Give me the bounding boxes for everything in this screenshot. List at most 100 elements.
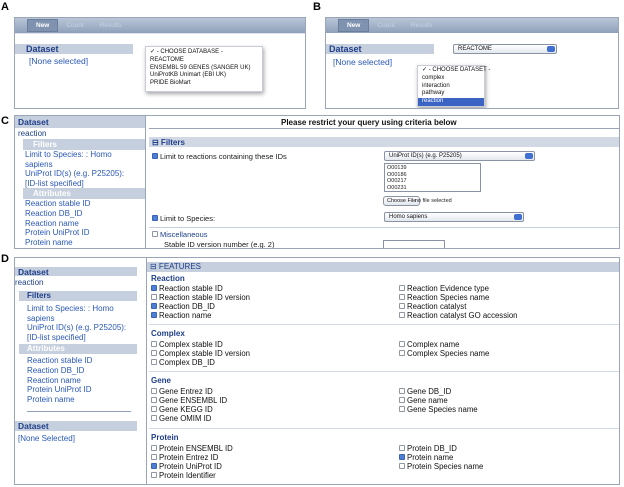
id-type-select[interactable]: UniProt ID(s) (e.g. P25205) bbox=[384, 151, 535, 161]
count-button[interactable]: Count bbox=[369, 20, 402, 31]
stable-id-input[interactable] bbox=[383, 240, 445, 248]
checkbox-unchecked[interactable] bbox=[151, 293, 157, 300]
dataset-dropdown[interactable]: ✓ - CHOOSE DATASET - complex interaction… bbox=[417, 65, 490, 107]
protein-attribute-option[interactable]: Protein name bbox=[399, 453, 483, 462]
count-button[interactable]: Count bbox=[58, 20, 91, 31]
reaction-attribute-option[interactable]: Reaction stable ID bbox=[151, 284, 250, 293]
complex-attribute-option[interactable]: Complex Species name bbox=[399, 349, 489, 358]
gene-attribute-option[interactable]: Gene ENSEMBL ID bbox=[151, 396, 227, 405]
reaction-attribute-option[interactable]: Reaction Evidence type bbox=[399, 284, 518, 293]
sidebar-attribute-item[interactable]: Reaction stable ID bbox=[15, 199, 145, 209]
database-dropdown[interactable]: ✓ - CHOOSE DATABASE - REACTOME ENSEMBL 5… bbox=[145, 46, 263, 92]
checkbox-unchecked[interactable] bbox=[151, 396, 157, 403]
checkbox-unchecked[interactable] bbox=[399, 340, 405, 347]
checkbox-unchecked[interactable] bbox=[151, 471, 157, 478]
checkbox-checked[interactable] bbox=[152, 153, 158, 160]
sidebar-attribute-item[interactable]: Reaction stable ID bbox=[19, 356, 92, 366]
protein-attribute-option[interactable]: Protein ENSEMBL ID bbox=[151, 444, 233, 453]
checkbox-unchecked[interactable] bbox=[399, 405, 405, 412]
dropdown-option[interactable]: interaction bbox=[418, 83, 484, 91]
reaction-attribute-option[interactable]: Reaction DB_ID bbox=[151, 302, 250, 311]
results-button[interactable]: Results bbox=[403, 20, 441, 31]
sidebar-filter-item[interactable]: sapiens bbox=[19, 314, 126, 324]
sidebar-attribute-item[interactable]: Protein UniProt ID bbox=[15, 228, 145, 238]
gene-attribute-option[interactable]: Gene DB_ID bbox=[399, 387, 478, 396]
reaction-attribute-option[interactable]: Reaction catalyst bbox=[399, 302, 518, 311]
reaction-attribute-option[interactable]: Reaction catalyst GO accession bbox=[399, 311, 518, 320]
species-select[interactable]: Homo sapiens bbox=[384, 212, 524, 222]
checkbox-unchecked[interactable] bbox=[399, 284, 405, 291]
dropdown-option[interactable]: ✓ - CHOOSE DATABASE - bbox=[146, 49, 262, 57]
sidebar-attributes-header[interactable]: Attributes bbox=[19, 344, 137, 354]
database-select[interactable]: REACTOME bbox=[453, 44, 557, 54]
new-button[interactable]: New bbox=[27, 19, 59, 32]
checkbox-unchecked[interactable] bbox=[151, 444, 157, 451]
sidebar-attribute-item[interactable]: Reaction DB_ID bbox=[19, 366, 92, 376]
dropdown-option-selected[interactable]: reaction bbox=[418, 98, 484, 106]
protein-attribute-option[interactable]: Protein Species name bbox=[399, 462, 483, 471]
reaction-attribute-option[interactable]: Reaction name bbox=[151, 311, 250, 320]
sidebar-filters-header[interactable]: Filters bbox=[23, 139, 145, 150]
sidebar-filter-item[interactable]: Limit to Species: : Homo bbox=[15, 150, 145, 160]
dropdown-option[interactable]: REACTOME bbox=[146, 57, 262, 65]
checkbox-checked[interactable] bbox=[151, 302, 157, 309]
checkbox-unchecked[interactable] bbox=[151, 340, 157, 347]
protein-attribute-option[interactable]: Protein Entrez ID bbox=[151, 453, 233, 462]
dropdown-option[interactable]: pathway bbox=[418, 90, 484, 98]
checkbox-unchecked[interactable] bbox=[151, 405, 157, 412]
checkbox-unchecked[interactable] bbox=[151, 414, 157, 421]
results-button[interactable]: Results bbox=[92, 20, 130, 31]
checkbox-unchecked[interactable] bbox=[151, 453, 157, 460]
sidebar-attribute-item[interactable]: Reaction name bbox=[19, 376, 92, 386]
protein-attribute-option[interactable]: Protein Identifier bbox=[151, 471, 233, 480]
checkbox-unchecked[interactable] bbox=[399, 444, 405, 451]
reaction-attribute-option[interactable]: Reaction Species name bbox=[399, 293, 518, 302]
checkbox-unchecked[interactable] bbox=[399, 462, 405, 469]
limit-species-row[interactable]: Limit to Species: bbox=[152, 214, 215, 223]
sidebar-filter-item[interactable]: UniProt ID(s) (e.g. P25205): bbox=[19, 323, 126, 333]
gene-attribute-option[interactable]: Gene Entrez ID bbox=[151, 387, 227, 396]
checkbox-unchecked[interactable] bbox=[399, 293, 405, 300]
gene-attribute-option[interactable]: Gene name bbox=[399, 396, 478, 405]
sidebar-filter-item[interactable]: sapiens bbox=[15, 160, 145, 170]
sidebar-dataset-value[interactable]: reaction bbox=[15, 278, 43, 287]
sidebar-dataset-value[interactable]: reaction bbox=[15, 128, 145, 139]
sidebar-attributes-header[interactable]: Attributes bbox=[23, 188, 145, 200]
gene-attribute-option[interactable]: Gene KEGG ID bbox=[151, 405, 227, 414]
gene-attribute-option[interactable]: Gene OMIM ID bbox=[151, 414, 227, 423]
checkbox-unchecked[interactable] bbox=[399, 311, 405, 318]
sidebar-filter-item[interactable]: UniProt ID(s) (e.g. P25205): bbox=[15, 169, 145, 179]
sidebar-attribute-item[interactable]: Protein name bbox=[15, 238, 145, 248]
checkbox-unchecked[interactable] bbox=[399, 349, 405, 356]
sidebar-attribute-item[interactable]: Reaction name bbox=[15, 219, 145, 229]
complex-attribute-option[interactable]: Complex stable ID version bbox=[151, 349, 250, 358]
dropdown-option[interactable]: UniProtKB Unimart (EBI UK) bbox=[146, 72, 262, 80]
misc-section-toggle[interactable]: Miscellaneous bbox=[152, 230, 208, 239]
complex-attribute-option[interactable]: Complex DB_ID bbox=[151, 358, 250, 367]
none-selected-link[interactable]: [None selected] bbox=[29, 56, 88, 66]
checkbox-unchecked[interactable] bbox=[399, 302, 405, 309]
none-selected-link[interactable]: [None Selected] bbox=[18, 434, 75, 443]
checkbox-unchecked[interactable] bbox=[151, 358, 157, 365]
dropdown-option[interactable]: ENSEMBL 59 GENES (SANGER UK) bbox=[146, 65, 262, 73]
reaction-attribute-option[interactable]: Reaction stable ID version bbox=[151, 293, 250, 302]
dropdown-option[interactable]: ✓ - CHOOSE DATASET - bbox=[418, 67, 490, 75]
checkbox-checked[interactable] bbox=[151, 284, 157, 291]
new-button[interactable]: New bbox=[338, 19, 370, 32]
sidebar-filter-item[interactable]: [ID-list specified] bbox=[15, 179, 145, 189]
none-selected-link[interactable]: [None selected] bbox=[333, 57, 392, 67]
sidebar-attribute-item[interactable]: Protein name bbox=[19, 395, 92, 405]
limit-ids-row[interactable]: Limit to reactions containing these IDs bbox=[152, 152, 287, 161]
checkbox-unchecked[interactable] bbox=[399, 396, 405, 403]
filters-section-toggle[interactable]: ⊟ Filters bbox=[152, 138, 185, 147]
features-section-toggle[interactable]: ⊟ FEATURES bbox=[147, 262, 619, 272]
checkbox-checked[interactable] bbox=[151, 462, 157, 469]
sidebar-filter-item[interactable]: Limit to Species: : Homo bbox=[19, 304, 126, 314]
expand-icon[interactable] bbox=[152, 231, 158, 238]
checkbox-checked[interactable] bbox=[399, 453, 405, 460]
protein-attribute-option[interactable]: Protein UniProt ID bbox=[151, 462, 233, 471]
checkbox-unchecked[interactable] bbox=[151, 349, 157, 356]
complex-attribute-option[interactable]: Complex stable ID bbox=[151, 340, 250, 349]
sidebar-attribute-item[interactable]: Protein UniProt ID bbox=[19, 385, 92, 395]
gene-attribute-option[interactable]: Gene Species name bbox=[399, 405, 478, 414]
